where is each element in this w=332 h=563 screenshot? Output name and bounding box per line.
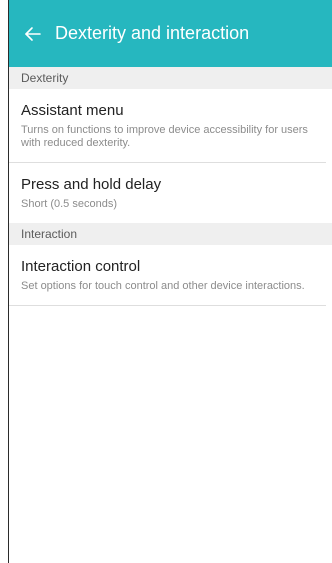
back-button[interactable] bbox=[21, 22, 45, 46]
section-header-interaction: Interaction bbox=[9, 223, 332, 245]
arrow-left-icon bbox=[25, 26, 41, 41]
setting-title: Assistant menu bbox=[21, 102, 124, 119]
setting-subtitle: Turns on functions to improve device acc… bbox=[21, 124, 308, 149]
section-header-dexterity: Dexterity bbox=[9, 67, 332, 89]
setting-press-and-hold-delay[interactable]: Press and hold delay Short (0.5 seconds) bbox=[9, 163, 326, 223]
setting-title: Press and hold delay bbox=[21, 176, 162, 193]
setting-subtitle: Set options for touch control and other … bbox=[21, 280, 305, 292]
setting-title: Interaction control bbox=[21, 258, 141, 275]
setting-interaction-control[interactable]: Interaction control Set options for touc… bbox=[9, 245, 326, 306]
app-bar: Dexterity and interaction bbox=[9, 0, 332, 67]
setting-assistant-menu[interactable]: Assistant menu Turns on functions to imp… bbox=[9, 89, 326, 163]
setting-subtitle: Short (0.5 seconds) bbox=[21, 198, 117, 210]
screen-frame: Dexterity and interaction Dexterity Assi… bbox=[8, 0, 332, 563]
page-title: Dexterity and interaction bbox=[55, 23, 250, 43]
